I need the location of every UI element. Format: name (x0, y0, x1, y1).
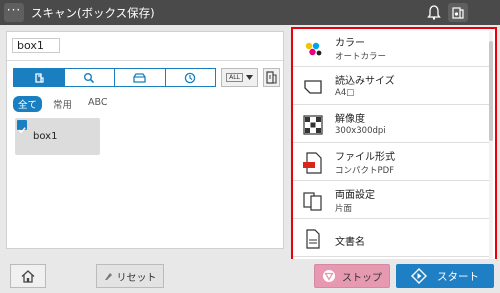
pdf-file-icon (303, 152, 322, 174)
stop-button[interactable]: ストップ (314, 264, 390, 288)
filter-all[interactable]: 全て (13, 96, 43, 112)
box-icon[interactable] (14, 69, 65, 86)
view-tabs (13, 68, 216, 87)
paper-size-icon (304, 80, 322, 94)
home-icon (21, 269, 35, 283)
setting-row-document-name[interactable]: 文書名 (293, 219, 489, 257)
menu-button[interactable]: ··· (4, 3, 24, 22)
box-info-button[interactable] (263, 68, 280, 87)
home-button[interactable] (10, 264, 46, 288)
setting-title: 両面設定 (335, 190, 375, 201)
eraser-icon (104, 272, 112, 280)
setting-row-resolution[interactable]: 解像度 300x300dpi (293, 105, 489, 143)
setting-row-duplex[interactable]: 両面設定 片面 (293, 181, 489, 219)
start-label: スタート (437, 270, 479, 283)
setting-value: 300x300dpi (335, 126, 386, 136)
start-button[interactable]: スタート (396, 264, 494, 288)
document-name-icon (306, 229, 320, 249)
setting-value: 片面 (335, 204, 353, 214)
page-title: スキャン(ボックス保存) (31, 6, 155, 20)
duplex-icon (303, 192, 322, 211)
setting-title: ファイル形式 (335, 152, 395, 163)
setting-row-file-type[interactable]: ファイル形式 コンパクトPDF (293, 143, 489, 181)
selected-box-field[interactable]: box1 (12, 38, 60, 53)
setting-row-scan-size[interactable]: 読込みサイズ A4□ (293, 67, 489, 105)
drawer-icon[interactable] (115, 69, 166, 86)
filter-abc[interactable]: ABC (83, 96, 112, 112)
setting-value: A4□ (335, 88, 355, 98)
scrollbar-thumb[interactable] (489, 41, 493, 141)
setting-row-color[interactable]: カラー オートカラー (293, 29, 489, 67)
box-list-item[interactable]: box1 (15, 118, 100, 155)
resolution-grid-icon (303, 115, 323, 135)
box-panel: box1 ALL 全て 常用 ABC box1 (6, 31, 284, 249)
search-icon[interactable] (64, 69, 115, 86)
bell-icon[interactable] (424, 3, 444, 22)
filter-dropdown-label: ALL (226, 73, 243, 82)
settings-scrollbar[interactable] (489, 31, 493, 260)
setting-title: 読込みサイズ (335, 76, 395, 87)
reset-label: リセット (116, 272, 157, 284)
start-icon (411, 268, 427, 284)
box-item-name: box1 (33, 131, 58, 142)
scan-settings-list: カラー オートカラー 読込みサイズ A4□ 解像度 300x300dpi ファイ… (291, 27, 497, 264)
filter-favorites[interactable]: 常用 (48, 96, 77, 112)
device-status-icon[interactable] (448, 3, 468, 22)
chevron-down-icon (245, 75, 253, 80)
box-info-icon (266, 71, 277, 84)
filter-chips: 全て 常用 ABC (13, 96, 113, 112)
stop-label: ストップ (342, 272, 382, 284)
reset-button[interactable]: リセット (96, 264, 164, 288)
filter-dropdown[interactable]: ALL (221, 68, 258, 87)
bottom-bar: リセット ストップ スタート (0, 259, 500, 293)
setting-value: コンパクトPDF (335, 166, 395, 176)
title-bar: ··· スキャン(ボックス保存) (0, 0, 500, 25)
setting-title: 解像度 (335, 114, 365, 125)
check-icon (17, 120, 27, 134)
setting-value: オートカラー (335, 52, 387, 62)
stop-icon (323, 270, 335, 282)
clock-icon[interactable] (165, 69, 215, 86)
setting-title: 文書名 (335, 237, 365, 248)
setting-title: カラー (335, 38, 365, 49)
color-dots-icon (305, 42, 322, 56)
divider (7, 60, 283, 61)
